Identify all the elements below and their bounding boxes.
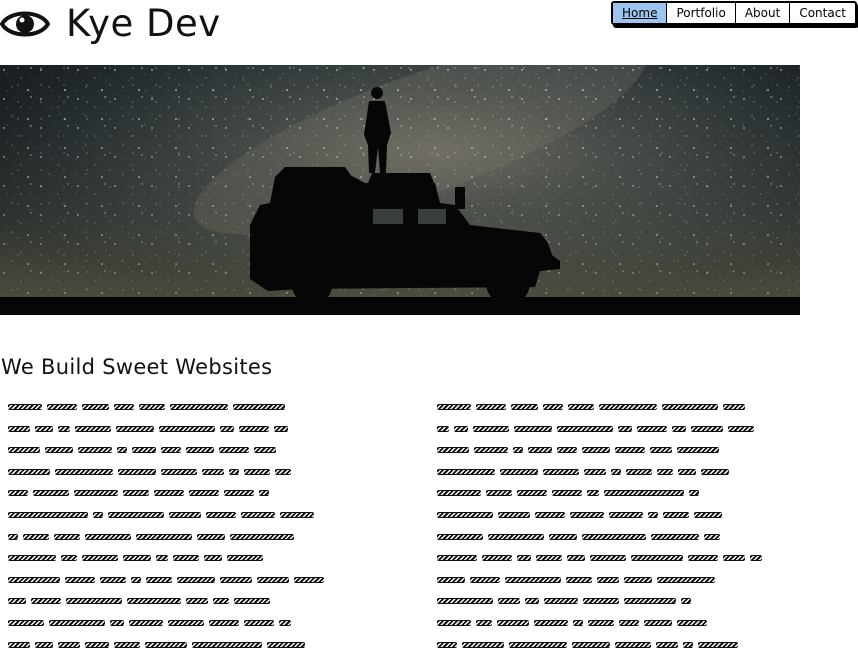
scribble-text	[8, 640, 344, 649]
scribble-text	[8, 402, 344, 411]
nav-item-home[interactable]: Home	[613, 3, 667, 23]
page-title: We Build Sweet Websites	[1, 355, 273, 379]
main-nav: Home Portfolio About Contact	[611, 1, 857, 25]
scribble-text	[437, 640, 783, 649]
scribble-text	[437, 488, 783, 497]
scribble-text	[437, 510, 783, 519]
scribble-text	[8, 575, 344, 584]
scribble-text	[437, 532, 783, 541]
nav-item-portfolio[interactable]: Portfolio	[666, 3, 734, 23]
hero-image	[0, 65, 800, 315]
scribble-text	[437, 424, 783, 433]
scribble-text	[437, 402, 783, 411]
scribble-text	[437, 596, 783, 605]
scribble-text	[8, 510, 344, 519]
content-column-left	[8, 402, 344, 661]
content-column-right	[437, 402, 783, 661]
nav-item-contact[interactable]: Contact	[789, 3, 855, 23]
scribble-text	[8, 618, 344, 627]
scribble-text	[437, 553, 783, 562]
scribble-text	[437, 467, 783, 476]
scribble-text	[437, 575, 783, 584]
scribble-text	[8, 445, 344, 454]
scribble-text	[8, 467, 344, 476]
scribble-text	[8, 424, 344, 433]
scribble-text	[437, 445, 783, 454]
site-title: Kye Dev	[66, 2, 221, 45]
nav-item-about[interactable]: About	[734, 3, 789, 23]
scribble-text	[8, 488, 344, 497]
eye-icon	[0, 2, 51, 46]
scribble-text	[8, 553, 344, 562]
scribble-text	[437, 618, 783, 627]
site-logo[interactable]: Kye Dev	[0, 2, 221, 46]
scribble-text	[8, 596, 344, 605]
scribble-text	[8, 532, 344, 541]
